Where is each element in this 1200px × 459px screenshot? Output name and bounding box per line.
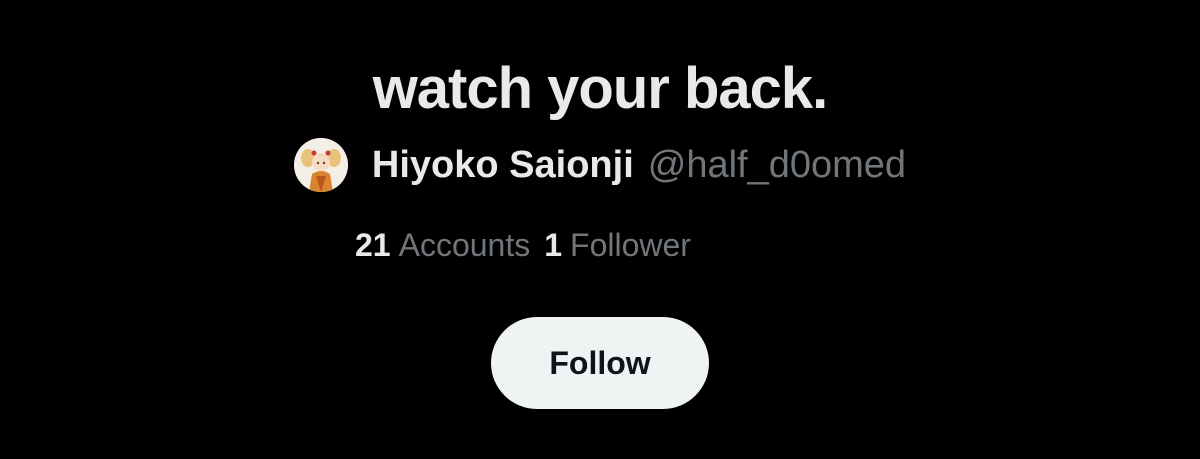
list-owner[interactable]: Hiyoko Saionji @half_d0omed (0, 138, 1200, 192)
list-header: watch your back. Hiyoko Saionji @half_d0… (0, 0, 1200, 459)
members-label: Accounts (398, 227, 531, 263)
members-stat[interactable]: 21 Accounts (355, 222, 530, 268)
members-count: 21 (355, 227, 391, 263)
avatar-image (293, 138, 348, 192)
followers-stat[interactable]: 1 Follower (544, 222, 691, 268)
list-title: watch your back. (372, 56, 829, 121)
avatar[interactable] (293, 138, 348, 192)
followers-label: Follower (570, 227, 691, 263)
list-stats: 21 Accounts 1 Follower (355, 222, 705, 268)
owner-handle[interactable]: @half_d0omed (648, 140, 906, 190)
follow-button[interactable]: Follow (491, 317, 709, 409)
owner-name[interactable]: Hiyoko Saionji (372, 140, 634, 190)
followers-count: 1 (544, 227, 563, 263)
